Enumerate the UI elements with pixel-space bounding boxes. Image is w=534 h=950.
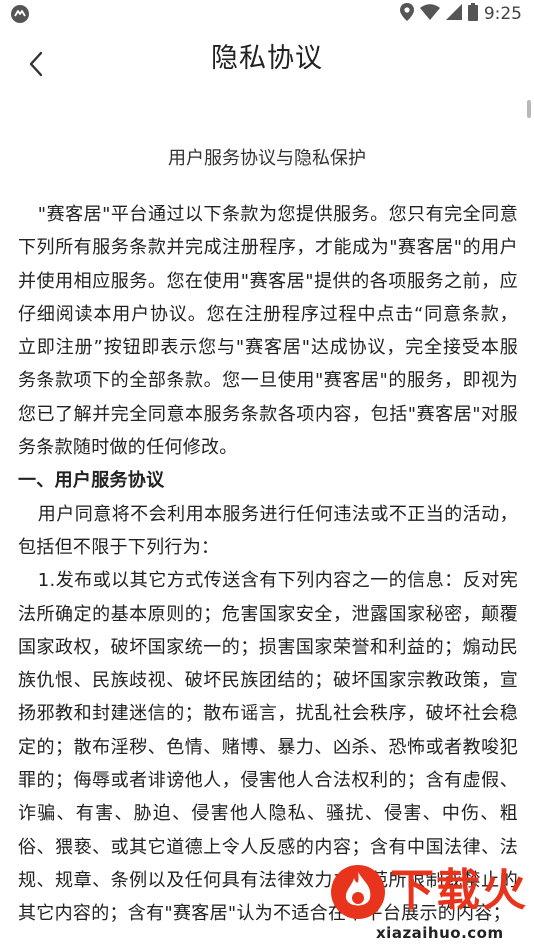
document-heading: 用户服务协议与隐私保护 [168, 148, 366, 169]
privacy-document[interactable]: 用户服务协议与隐私保护 "赛客居"平台通过以下条款为您提供服务。您只有完全同意下… [0, 92, 534, 950]
app-notification-icon [10, 4, 30, 24]
battery-icon [467, 3, 478, 25]
flame-logo-icon [331, 865, 385, 919]
intro-paragraph: "赛客居"平台通过以下条款为您提供服务。您只有完全同意下列所有服务条款并完成注册… [18, 204, 518, 459]
wifi-icon [419, 4, 440, 24]
scrollbar[interactable] [527, 100, 531, 118]
section-title: 一、用户服务协议 [18, 470, 165, 492]
nav-bar: 隐私协议 [0, 28, 534, 92]
cellular-signal-icon [445, 4, 462, 24]
status-bar: 9:25 [0, 0, 534, 28]
section-paragraph: 用户同意将不会利用本服务进行任何违法或不正当的活动，包括但不限于下列行为： [18, 503, 518, 558]
watermark-url: xiazaihuo.com [376, 924, 504, 942]
location-icon [399, 3, 414, 25]
watermark-logo: 下载火 xiazaihuo.com [318, 850, 534, 950]
status-time: 9:25 [483, 4, 522, 24]
document-body: "赛客居"平台通过以下条款为您提供服务。您只有完全同意下列所有服务条款并完成注册… [18, 198, 518, 931]
page-title: 隐私协议 [211, 43, 323, 74]
watermark-brand: 下载火 [390, 865, 528, 916]
